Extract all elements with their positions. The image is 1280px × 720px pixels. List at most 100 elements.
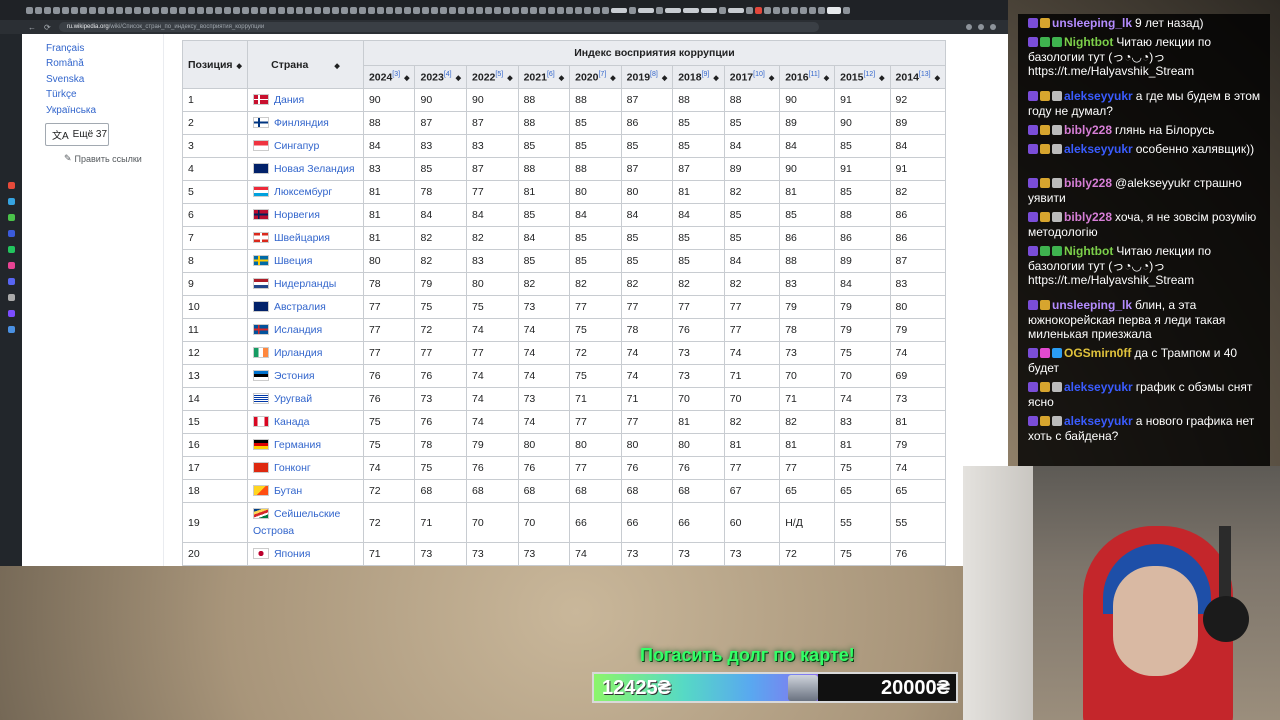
browser-tab[interactable] — [476, 6, 483, 14]
browser-tab[interactable] — [161, 6, 168, 14]
browser-tab[interactable] — [260, 6, 267, 14]
header-year-2022[interactable]: 2022[5]◆ — [466, 64, 519, 89]
browser-tab[interactable] — [332, 6, 339, 14]
browser-tab[interactable] — [494, 6, 501, 14]
browser-tab[interactable] — [278, 6, 285, 14]
side-panel-app-icon[interactable] — [8, 326, 15, 333]
extension-icon[interactable] — [966, 24, 972, 30]
country-link[interactable]: Германия — [274, 439, 321, 451]
browser-tab[interactable] — [557, 6, 564, 14]
chat-username[interactable]: bibly228 — [1064, 210, 1112, 224]
edit-links-link[interactable]: ✎ Править ссылки — [64, 153, 142, 164]
country-link[interactable]: Эстония — [274, 370, 315, 382]
browser-tab[interactable] — [269, 6, 276, 14]
browser-tab[interactable] — [593, 6, 600, 14]
browser-tab[interactable] — [467, 6, 474, 14]
browser-tab[interactable] — [233, 6, 240, 14]
side-panel-app-icon[interactable] — [8, 198, 15, 205]
browser-tab[interactable] — [782, 6, 789, 14]
header-country[interactable]: Страна ◆ — [246, 40, 364, 89]
chat-username[interactable]: unsleeping_lk — [1052, 16, 1132, 30]
browser-tab[interactable] — [485, 6, 492, 14]
extension-icon[interactable] — [990, 24, 996, 30]
browser-tab[interactable] — [53, 6, 60, 14]
reload-icon[interactable]: ⟳ — [44, 23, 51, 32]
browser-tab[interactable] — [413, 6, 420, 14]
browser-tab[interactable] — [179, 6, 186, 14]
country-link[interactable]: Дания — [274, 94, 304, 106]
browser-tab[interactable] — [719, 6, 726, 14]
chat-username[interactable]: alekseyyukr — [1064, 380, 1133, 394]
browser-tab[interactable] — [62, 6, 69, 14]
browser-tab[interactable] — [548, 6, 555, 14]
browser-tab[interactable] — [458, 6, 465, 14]
browser-tab[interactable] — [224, 6, 231, 14]
browser-tab[interactable] — [323, 6, 330, 14]
browser-tab[interactable] — [746, 6, 753, 14]
browser-tab[interactable] — [395, 6, 402, 14]
country-link[interactable]: Швеция — [274, 255, 313, 267]
header-year-2014[interactable]: 2014[13]◆ — [889, 64, 946, 89]
browser-tab[interactable] — [809, 6, 816, 14]
extension-icon[interactable] — [978, 24, 984, 30]
chat-username[interactable]: OGSmirn0ff — [1064, 346, 1131, 360]
country-link[interactable]: Уругвай — [274, 393, 312, 405]
browser-tab[interactable] — [80, 6, 87, 14]
browser-tab[interactable] — [44, 6, 51, 14]
header-year-2015[interactable]: 2015[12]◆ — [834, 64, 891, 89]
browser-tab[interactable] — [575, 6, 582, 14]
browser-tab[interactable] — [215, 6, 222, 14]
browser-tab[interactable] — [404, 6, 411, 14]
browser-tab[interactable] — [143, 6, 150, 14]
language-link[interactable]: Українська — [46, 105, 96, 116]
header-position[interactable]: Позиция ◆ — [182, 40, 248, 89]
browser-tab[interactable] — [566, 6, 573, 14]
browser-tab[interactable] — [188, 6, 195, 14]
browser-tab[interactable] — [755, 6, 762, 14]
browser-tab[interactable] — [843, 6, 850, 14]
browser-tab[interactable] — [305, 6, 312, 14]
back-icon[interactable]: ← — [28, 23, 36, 32]
country-link[interactable]: Австралия — [274, 301, 326, 313]
more-languages-button[interactable]: 文A Ещё 37 — [45, 123, 109, 146]
browser-tab[interactable] — [98, 6, 105, 14]
side-panel-app-icon[interactable] — [8, 230, 15, 237]
browser-tab[interactable] — [422, 6, 429, 14]
country-link[interactable]: Япония — [274, 548, 310, 560]
browser-tab[interactable] — [287, 6, 294, 14]
header-year-2020[interactable]: 2020[7]◆ — [569, 64, 622, 89]
country-link[interactable]: Норвегия — [274, 209, 320, 221]
browser-tab[interactable] — [350, 6, 357, 14]
browser-tab[interactable] — [584, 6, 591, 14]
browser-tab[interactable] — [656, 6, 663, 14]
side-panel-app-icon[interactable] — [8, 214, 15, 221]
browser-tab[interactable] — [35, 6, 42, 14]
browser-tab[interactable] — [818, 6, 825, 14]
browser-tab[interactable] — [368, 6, 375, 14]
browser-tab[interactable] — [152, 6, 159, 14]
side-panel-app-icon[interactable] — [8, 310, 15, 317]
browser-tab[interactable] — [386, 6, 393, 14]
browser-tab[interactable] — [134, 6, 141, 14]
browser-tab[interactable] — [629, 6, 636, 14]
browser-tab[interactable] — [206, 6, 213, 14]
browser-tab[interactable] — [638, 7, 654, 13]
chat-username[interactable]: alekseyyukr — [1064, 89, 1133, 103]
side-panel-app-icon[interactable] — [8, 182, 15, 189]
language-link[interactable]: Română — [46, 58, 84, 69]
browser-tab[interactable] — [341, 6, 348, 14]
browser-tab[interactable] — [539, 6, 546, 14]
browser-tab[interactable] — [251, 6, 258, 14]
chat-username[interactable]: alekseyyukr — [1064, 414, 1133, 428]
country-link[interactable]: Сингапур — [274, 140, 319, 152]
language-link[interactable]: Svenska — [46, 74, 84, 85]
browser-tab[interactable] — [125, 6, 132, 14]
country-link[interactable]: Бутан — [274, 485, 302, 497]
country-link[interactable]: Финляндия — [274, 117, 329, 129]
chat-username[interactable]: bibly228 — [1064, 176, 1112, 190]
browser-tab[interactable] — [359, 6, 366, 14]
browser-tab[interactable] — [611, 7, 627, 13]
country-link[interactable]: Швейцария — [274, 232, 330, 244]
browser-tab[interactable] — [197, 6, 204, 14]
language-link[interactable]: Français — [46, 43, 84, 54]
